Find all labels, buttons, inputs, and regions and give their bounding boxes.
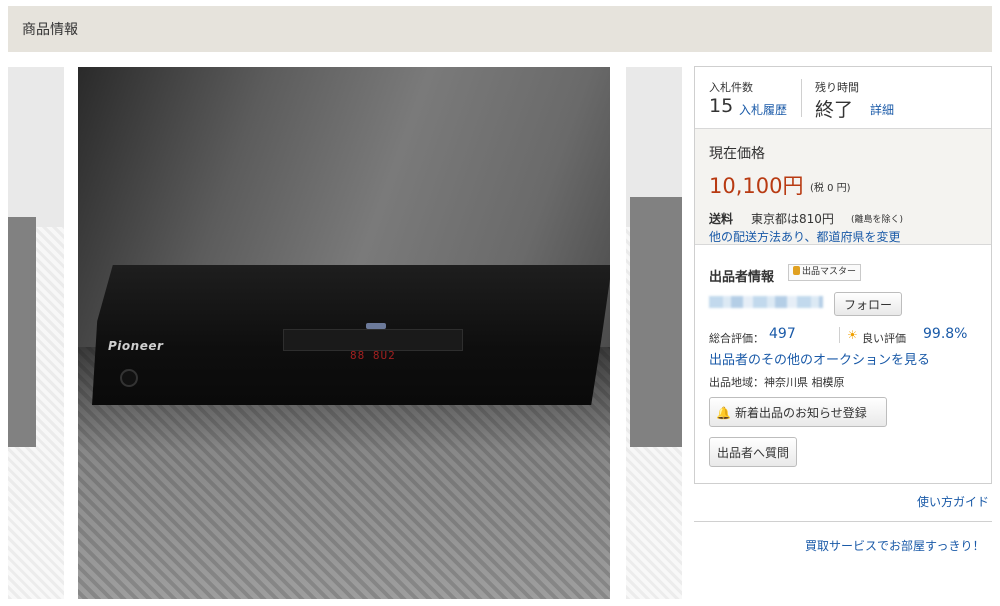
player-brand-logo: Pioneer (108, 339, 164, 353)
player-disc-tray (283, 329, 463, 351)
seller-other-auctions-link[interactable]: 出品者のその他のオークションを見る (709, 349, 930, 368)
seller-info-title: 出品者情報 (709, 270, 775, 285)
time-left-label: 残り時間 (815, 81, 859, 94)
main-product-image[interactable]: Pioneer 88 8U2 (78, 67, 610, 599)
good-rating-value[interactable]: 99.8% (923, 326, 967, 342)
price-box: 現在価格 10,100円 (税 0 円) 送料 東京都は810円 (離島を除く)… (695, 129, 991, 245)
bluray-logo (366, 323, 386, 329)
current-price-label: 現在価格 (709, 146, 765, 162)
thumb-device (630, 197, 682, 447)
player-display: 88 8U2 (350, 349, 396, 362)
new-listing-notify-button[interactable]: 🔔 新着出品のお知らせ登録 (709, 397, 887, 427)
time-left-value: 終了 (815, 99, 854, 121)
bell-icon: 🔔 (716, 405, 731, 420)
auction-info-panel: 入札件数 15 入札履歴 残り時間 終了 詳細 現在価格 10,100円 (税 … (694, 66, 992, 484)
tax-amount: (税 0 円) (810, 183, 851, 194)
thumbnail-prev[interactable] (8, 67, 64, 599)
total-rating-label: 総合評価： (709, 332, 764, 345)
total-rating-value[interactable]: 497 (769, 326, 796, 342)
sun-icon: ☀ (847, 328, 858, 342)
divider (694, 521, 992, 522)
bid-count-label: 入札件数 (709, 81, 753, 94)
player-power-button (120, 369, 138, 387)
seller-badge: 出品マスター (788, 264, 862, 281)
section-header: 商品情報 (8, 6, 992, 52)
follow-button[interactable]: フォロー (834, 292, 902, 316)
notify-button-label: 新着出品のお知らせ登録 (734, 405, 867, 420)
shipping-value: 東京都は810円 (751, 212, 834, 226)
section-title: 商品情報 (22, 22, 78, 38)
shipping-label: 送料 (709, 212, 734, 226)
bid-status-box: 入札件数 15 入札履歴 残り時間 終了 詳細 (695, 67, 991, 129)
thumb-wall (8, 67, 64, 227)
seller-name-link[interactable] (709, 296, 823, 308)
bid-history-link[interactable]: 入札履歴 (739, 101, 787, 118)
shipping-options-link[interactable]: 他の配送方法あり、都道府県を変更 (709, 228, 901, 245)
divider (801, 79, 802, 117)
ask-seller-button[interactable]: 出品者へ質問 (709, 437, 797, 467)
time-detail-link[interactable]: 詳細 (870, 101, 894, 118)
buyback-service-link[interactable]: 買取サービスでお部屋すっきり！ (805, 537, 985, 554)
badge-icon (793, 266, 800, 275)
shipping-note: (離島を除く) (851, 215, 904, 225)
good-rating-label: 良い評価 (862, 332, 906, 345)
seller-region: 出品地域：神奈川県 相模原 (709, 376, 845, 389)
bid-count: 15 (709, 95, 734, 117)
usage-guide-link[interactable]: 使い方ガイド (917, 493, 989, 510)
thumb-device (8, 217, 36, 447)
thumbnail-next[interactable] (626, 67, 682, 599)
current-price: 10,100円 (709, 174, 804, 198)
divider (839, 327, 840, 343)
badge-label: 出品マスター (802, 267, 857, 277)
